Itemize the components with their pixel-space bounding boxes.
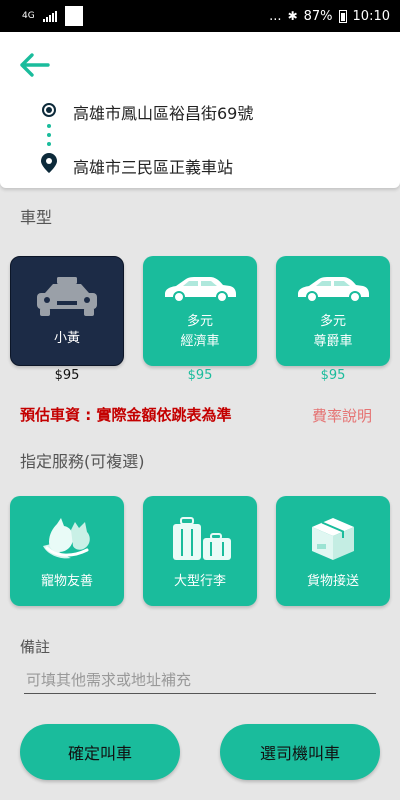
origin-dot-icon <box>42 103 56 117</box>
car-option-name-line2: 經濟車 <box>180 334 220 349</box>
rate-info-link[interactable]: 費率說明 <box>312 405 372 426</box>
car-option-taxi[interactable]: 小黃 <box>10 256 124 366</box>
service-label: 貨物接送 <box>306 574 359 589</box>
car-price-taxi: $95 <box>54 368 80 383</box>
pet-icon <box>10 516 124 562</box>
fare-estimate-note: 預估車資 : 實際金額依跳表為準 <box>20 406 232 424</box>
signal-icon <box>42 10 57 22</box>
status-bar: 4G ... ✱ 87% 10:10 <box>0 0 400 32</box>
origin-address[interactable]: 高雄市鳳山區裕昌街69號 <box>73 100 253 124</box>
battery-percent: 87% <box>303 8 333 24</box>
car-price-premium: $95 <box>320 368 346 383</box>
bluetooth-icon: ✱ <box>287 9 298 23</box>
services-label: 指定服務(可複選) <box>20 452 145 471</box>
service-large-luggage[interactable]: 大型行李 <box>143 496 257 606</box>
taxi-icon <box>11 275 123 319</box>
service-pet-friendly[interactable]: 寵物友善 <box>10 496 124 606</box>
choose-driver-button[interactable]: 選司機叫車 <box>220 724 380 780</box>
note-label: 備註 <box>20 638 51 656</box>
note-input[interactable] <box>24 666 376 694</box>
car-option-economy[interactable]: 多元 經濟車 <box>143 256 257 366</box>
car-option-name: 小黃 <box>53 331 80 346</box>
car-option-name-line1: 多元 <box>319 314 346 329</box>
confirm-ride-button[interactable]: 確定叫車 <box>20 724 180 780</box>
service-cargo-delivery[interactable]: 貨物接送 <box>276 496 390 606</box>
package-icon <box>276 516 390 562</box>
car-icon <box>143 274 257 304</box>
service-label: 大型行李 <box>173 574 226 589</box>
service-label: 寵物友善 <box>40 574 93 589</box>
car-price-economy: $95 <box>187 368 213 383</box>
route-connector <box>47 124 51 151</box>
car-option-name-line1: 多元 <box>186 314 213 329</box>
battery-icon <box>338 9 347 23</box>
car-option-name-line2: 尊爵車 <box>313 334 353 349</box>
car-type-label: 車型 <box>20 208 53 227</box>
route-header: 高雄市鳳山區裕昌街69號 高雄市三民區正義車站 <box>0 32 400 188</box>
luggage-icon <box>143 516 257 562</box>
car-icon <box>276 274 390 304</box>
notification-icon <box>64 6 83 26</box>
network-indicator: 4G <box>22 10 35 21</box>
car-option-premium[interactable]: 多元 尊爵車 <box>276 256 390 366</box>
destination-address[interactable]: 高雄市三民區正義車站 <box>73 154 233 178</box>
back-arrow-icon[interactable] <box>18 52 52 78</box>
destination-pin-icon <box>41 153 57 173</box>
clock: 10:10 <box>352 8 390 24</box>
status-overflow: ... <box>269 8 282 24</box>
